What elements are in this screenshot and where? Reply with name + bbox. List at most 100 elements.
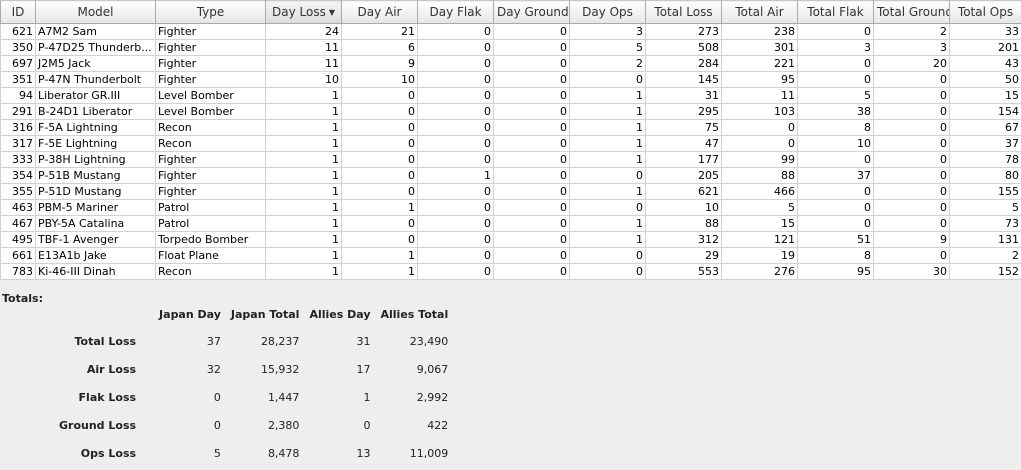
cell-total-ground: 0 — [873, 247, 950, 264]
cell-type: Recon — [155, 263, 266, 280]
table-row[interactable]: 697 J2M5 Jack Fighter 11 9 0 0 2 284 221 0 20 43 — [0, 55, 1021, 72]
column-header-day-ops[interactable]: Day Ops — [569, 0, 646, 24]
cell-id: 351 — [0, 71, 36, 88]
table-row[interactable]: 94 Liberator GR.III Level Bomber 1 0 0 0 1 31 11 5… — [0, 87, 1021, 104]
cell-day-air: 0 — [341, 215, 418, 232]
cell-day-flak: 0 — [417, 199, 494, 216]
table-row[interactable]: 316 F-5A Lightning Recon 1 0 0 0 1 75 0 8 0 67 — [0, 119, 1021, 136]
table-row[interactable]: 333 P-38H Lightning Fighter 1 0 0 0 1 177 99 0 0 78 — [0, 151, 1021, 168]
cell-type: Fighter — [155, 39, 266, 56]
cell-total-flak: 8 — [797, 119, 874, 136]
cell-id: 333 — [0, 151, 36, 168]
table-row[interactable]: 350 P-47D25 Thunderb... Fighter 11 6 0 0 5 508 30… — [0, 39, 1021, 56]
cell-total-flak: 0 — [797, 55, 874, 72]
cell-day-flak: 0 — [417, 87, 494, 104]
cell-day-flak: 0 — [417, 247, 494, 264]
column-header-label: Day Ops — [582, 5, 633, 19]
table-row[interactable]: 355 P-51D Mustang Fighter 1 0 0 0 1 621 466 0 0 155 — [0, 183, 1021, 200]
cell-day-flak: 0 — [417, 23, 494, 40]
column-header-total-air[interactable]: Total Air — [721, 0, 798, 24]
table-row[interactable]: 291 B-24D1 Liberator Level Bomber 1 0 0 0 1 295 1… — [0, 103, 1021, 120]
cell-model: B-24D1 Liberator — [35, 103, 156, 120]
cell-model: Liberator GR.III — [35, 87, 156, 104]
cell-day-air: 0 — [341, 119, 418, 136]
cell-total-loss: 29 — [645, 247, 722, 264]
cell-total-ground: 0 — [873, 103, 950, 120]
table-row[interactable]: 467 PBY-5A Catalina Patrol 1 0 0 0 1 88 15 0 0 73 — [0, 215, 1021, 232]
cell-day-air: 0 — [341, 151, 418, 168]
cell-day-ops: 1 — [569, 135, 646, 152]
cell-total-flak: 0 — [797, 215, 874, 232]
cell-id: 697 — [0, 55, 36, 72]
cell-total-flak: 38 — [797, 103, 874, 120]
cell-day-ground: 0 — [493, 55, 570, 72]
cell-total-ops: 154 — [949, 103, 1021, 120]
table-row[interactable]: 495 TBF-1 Avenger Torpedo Bomber 1 0 0 0 1 312 12… — [0, 231, 1021, 248]
totals-value: 11,009 — [409, 446, 449, 460]
cell-day-ground: 0 — [493, 103, 570, 120]
table-row[interactable]: 621 A7M2 Sam Fighter 24 21 0 0 3 273 238 0 2 33 — [0, 23, 1021, 40]
cell-total-air: 5 — [721, 199, 798, 216]
column-header-day-ground[interactable]: Day Ground — [493, 0, 570, 24]
column-header-model[interactable]: Model — [35, 0, 156, 24]
column-header-day-flak[interactable]: Day Flak — [417, 0, 494, 24]
cell-day-flak: 0 — [417, 71, 494, 88]
cell-day-flak: 0 — [417, 135, 494, 152]
column-header-total-ground[interactable]: Total Ground — [873, 0, 950, 24]
cell-day-air: 0 — [341, 87, 418, 104]
table-row[interactable]: 354 P-51B Mustang Fighter 1 0 1 0 0 205 88 37 0 80 — [0, 167, 1021, 184]
cell-total-flak: 95 — [797, 263, 874, 280]
table-row[interactable]: 351 P-47N Thunderbolt Fighter 10 10 0 0 0 145 95 0… — [0, 71, 1021, 88]
cell-type: Level Bomber — [155, 103, 266, 120]
totals-value: 5 — [213, 446, 221, 460]
cell-total-flak: 0 — [797, 71, 874, 88]
cell-type: Fighter — [155, 167, 266, 184]
cell-total-ground: 3 — [873, 39, 950, 56]
cell-id: 94 — [0, 87, 36, 104]
table-body: 621 A7M2 Sam Fighter 24 21 0 0 3 273 238 0 2 33 350 P-… — [0, 23, 1021, 280]
column-header-total-ops[interactable]: Total Ops — [949, 0, 1021, 24]
cell-total-ground: 0 — [873, 167, 950, 184]
table-row[interactable]: 463 PBM-5 Mariner Patrol 1 1 0 0 0 10 5 0 0 5 — [0, 199, 1021, 216]
table-header-row: ID Model Type Day Loss ▼ Day Air Day Flak Day G… — [0, 0, 1021, 24]
cell-id: 350 — [0, 39, 36, 56]
cell-id: 621 — [0, 23, 36, 40]
column-header-total-loss[interactable]: Total Loss — [645, 0, 722, 24]
cell-day-ops: 1 — [569, 119, 646, 136]
cell-day-ground: 0 — [493, 263, 570, 280]
totals-value: 15,932 — [260, 362, 300, 376]
cell-total-ground: 2 — [873, 23, 950, 40]
cell-total-flak: 37 — [797, 167, 874, 184]
totals-row-label: Ops Loss — [80, 446, 137, 460]
cell-day-ops: 1 — [569, 103, 646, 120]
cell-total-flak: 0 — [797, 183, 874, 200]
cell-total-ground: 0 — [873, 183, 950, 200]
totals-value: 37 — [206, 334, 221, 348]
cell-total-air: 103 — [721, 103, 798, 120]
column-header-day-loss[interactable]: Day Loss ▼ — [265, 0, 342, 24]
cell-total-air: 95 — [721, 71, 798, 88]
cell-day-loss: 1 — [265, 151, 342, 168]
cell-total-air: 301 — [721, 39, 798, 56]
totals-value: 2,380 — [267, 418, 300, 432]
cell-day-ops: 2 — [569, 55, 646, 72]
totals-value: 0 — [363, 418, 371, 432]
cell-total-flak: 0 — [797, 23, 874, 40]
column-header-label: Day Loss — [272, 5, 326, 19]
cell-model: P-47N Thunderbolt — [35, 71, 156, 88]
column-header-day-air[interactable]: Day Air — [341, 0, 418, 24]
totals-value: 1 — [363, 390, 371, 404]
table-row[interactable]: 317 F-5E Lightning Recon 1 0 0 0 1 47 0 10 0 37 — [0, 135, 1021, 152]
cell-id: 495 — [0, 231, 36, 248]
cell-total-ops: 73 — [949, 215, 1021, 232]
cell-total-ops: 15 — [949, 87, 1021, 104]
cell-day-flak: 0 — [417, 151, 494, 168]
cell-id: 355 — [0, 183, 36, 200]
column-header-type[interactable]: Type — [155, 0, 266, 24]
cell-total-ground: 9 — [873, 231, 950, 248]
cell-total-flak: 51 — [797, 231, 874, 248]
table-row[interactable]: 661 E13A1b Jake Float Plane 1 1 0 0 0 29 19 8 0 2 — [0, 247, 1021, 264]
table-row[interactable]: 783 Ki-46-III Dinah Recon 1 1 0 0 0 553 276 95 30 15… — [0, 263, 1021, 280]
column-header-total-flak[interactable]: Total Flak — [797, 0, 874, 24]
column-header-id[interactable]: ID — [0, 0, 36, 24]
